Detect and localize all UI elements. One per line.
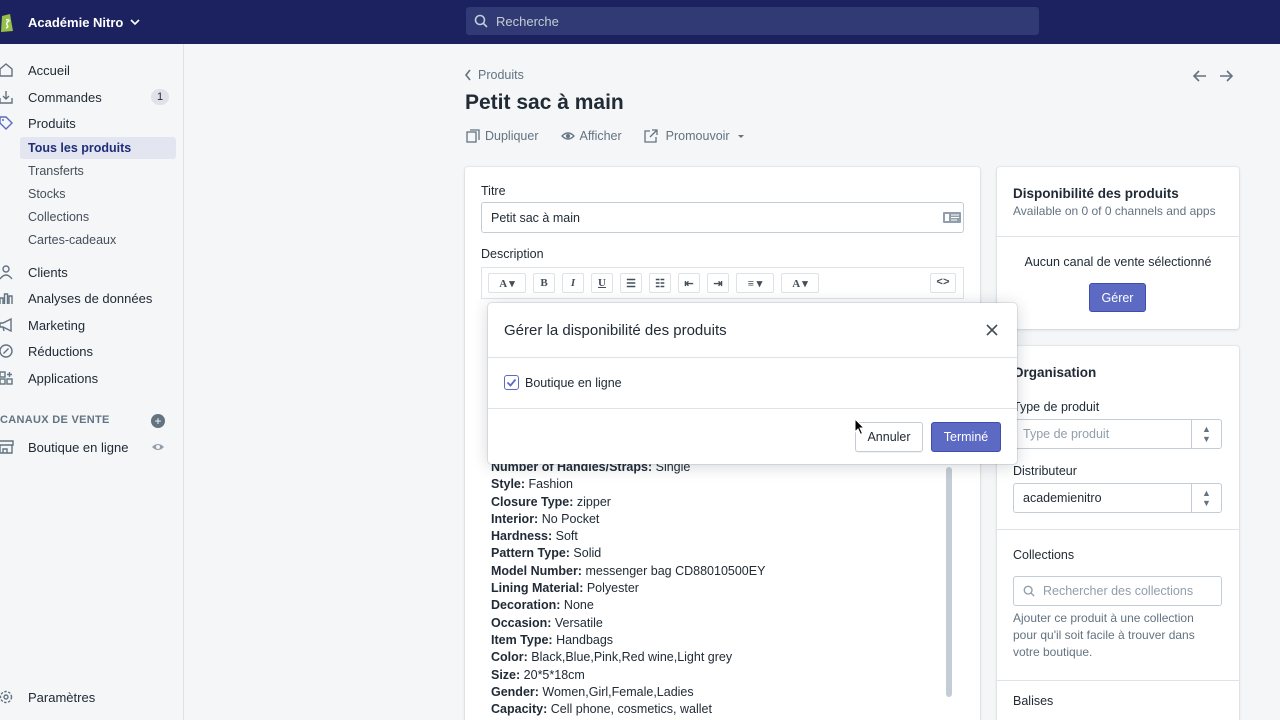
close-icon[interactable] bbox=[984, 322, 1000, 338]
mouse-cursor-icon bbox=[854, 418, 866, 436]
done-button[interactable]: Terminé bbox=[931, 422, 1001, 452]
online-store-checkbox[interactable] bbox=[504, 375, 519, 390]
checkmark-icon bbox=[506, 378, 517, 387]
modal-title: Gérer la disponibilité des produits bbox=[504, 322, 727, 339]
availability-modal: Gérer la disponibilité des produits Bout… bbox=[488, 303, 1017, 464]
online-store-option[interactable]: Boutique en ligne bbox=[504, 375, 622, 390]
divider bbox=[488, 408, 1017, 409]
online-store-option-label: Boutique en ligne bbox=[525, 375, 622, 390]
divider bbox=[488, 357, 1017, 358]
